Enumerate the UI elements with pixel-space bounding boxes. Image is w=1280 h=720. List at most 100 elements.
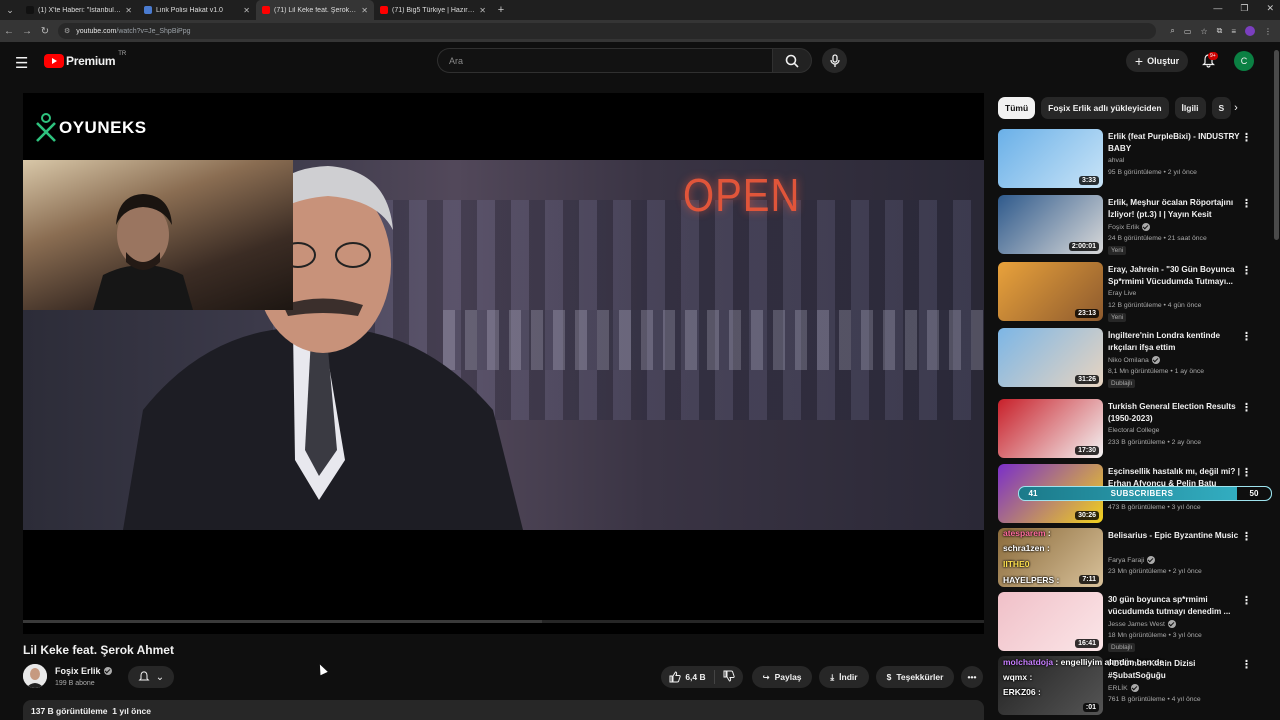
video-player[interactable]: OPEN OYUNEKS <box>23 93 984 634</box>
recommended-channel[interactable]: Jesse James West <box>1108 621 1165 628</box>
browser-tab[interactable]: Link Polisi Hakat v1.0 ✕ <box>138 0 256 20</box>
recommended-channel[interactable]: Eray Live <box>1108 290 1136 297</box>
more-actions-button[interactable]: ••• <box>961 666 983 688</box>
youtube-logo[interactable]: Premium TR <box>44 51 126 68</box>
more-horizontal-icon: ••• <box>967 672 977 682</box>
recommended-title[interactable]: Erlik (feat PurpleBixi) - INDUSTRY BABY <box>1108 131 1240 155</box>
more-vertical-icon[interactable]: ⋮ <box>1241 532 1252 543</box>
recommended-channel-row[interactable]: ahval <box>1108 157 1124 164</box>
more-vertical-icon[interactable]: ⋮ <box>1241 403 1252 414</box>
channel-name[interactable]: Foşix Erlik <box>55 666 101 676</box>
recommended-channel[interactable]: Niko Omilana <box>1108 357 1149 364</box>
recommended-title[interactable]: Eray, Jahrein - "30 Gün Boyunca Sp*rmimi… <box>1108 264 1240 288</box>
recommended-video[interactable]: 23:13 Eray, Jahrein - "30 Gün Boyunca Sp*… <box>998 262 1268 322</box>
recommended-channel-row[interactable]: Farya Faraji <box>1108 556 1156 564</box>
recommended-title[interactable]: 30 gün boyunca sp*rmimi vücudumda tutmay… <box>1108 594 1240 618</box>
progress-bar[interactable] <box>23 620 984 623</box>
voice-search-button[interactable] <box>822 48 847 73</box>
new-tab-button[interactable]: + <box>492 4 510 16</box>
browser-tab[interactable]: (1) X'te Haberi: "İstanbul'da bir...✕ <box>20 0 138 20</box>
minimize-icon[interactable]: — <box>1213 3 1222 14</box>
thanks-button[interactable]: $ Teşekkürler <box>876 666 954 688</box>
back-icon[interactable]: ← <box>0 26 18 37</box>
filter-chip[interactable]: Foşix Erlik adlı yükleyiciden <box>1041 97 1169 119</box>
extension-puzzle-icon[interactable]: ⧉ <box>1217 26 1223 36</box>
chat-username: molchatdoja <box>1003 657 1054 667</box>
chrome-menu-icon[interactable]: ⋮ <box>1264 27 1272 36</box>
reload-icon[interactable]: ↻ <box>36 26 54 37</box>
media-controls-icon[interactable]: ≡ <box>1231 27 1236 36</box>
search-input[interactable]: Ara <box>437 48 772 73</box>
recommended-channel[interactable]: ahval <box>1108 157 1124 164</box>
menu-icon[interactable]: ☰ <box>15 54 28 72</box>
address-bar[interactable]: ⚙ youtube.com/watch?v=Je_ShpBiPpg <box>58 23 1157 39</box>
close-window-icon[interactable]: ✕ <box>1266 3 1274 14</box>
tab-search-icon[interactable]: ⌄ <box>0 0 20 20</box>
zoom-icon[interactable]: ⌕ <box>1170 26 1174 36</box>
chat-username: HAYELPERS <box>1003 575 1055 585</box>
recommended-channel-row[interactable]: Eray Live <box>1108 290 1136 297</box>
recommended-channel-row[interactable]: Foşix Erlik <box>1108 223 1151 231</box>
recommended-video[interactable]: 2:00:01 Erlik, Meşhur öcalan Röportajını … <box>998 195 1268 255</box>
browser-tab[interactable]: (71) Lil Keke feat. Şerok Ah... ✕ <box>256 0 374 20</box>
video-thumbnail[interactable]: 2:00:01 <box>998 195 1103 254</box>
create-button[interactable]: + Oluştur <box>1126 50 1188 72</box>
more-vertical-icon[interactable]: ⋮ <box>1241 596 1252 607</box>
recommended-channel[interactable]: Farya Faraji <box>1108 557 1144 564</box>
account-avatar[interactable]: C <box>1234 51 1254 71</box>
video-thumbnail[interactable]: 23:13 <box>998 262 1103 321</box>
site-info-icon[interactable]: ⚙ <box>64 27 70 35</box>
video-thumbnail[interactable]: 3:33 <box>998 129 1103 188</box>
video-thumbnail[interactable]: 17:30 <box>998 399 1103 458</box>
recommended-video[interactable]: 17:30 Turkish General Election Results (1… <box>998 399 1268 459</box>
recommended-title[interactable]: İngiltere'nin Londra kentinde ırkçıları … <box>1108 330 1240 354</box>
more-vertical-icon[interactable]: ⋮ <box>1241 332 1252 343</box>
tab-close-icon[interactable]: ✕ <box>243 6 250 15</box>
recommended-title[interactable]: Turkish General Election Results (1950-2… <box>1108 401 1240 425</box>
page-scrollbar[interactable] <box>1273 42 1280 720</box>
recommended-title[interactable]: Erlik, Meşhur öcalan Röportajını İzliyor… <box>1108 197 1240 221</box>
tab-close-icon[interactable]: ✕ <box>361 6 368 15</box>
more-vertical-icon[interactable]: ⋮ <box>1241 199 1252 210</box>
maximize-icon[interactable]: ❐ <box>1240 3 1248 14</box>
recommended-channel[interactable]: Electoral College <box>1108 427 1159 434</box>
video-thumbnail[interactable]: 31:26 <box>998 328 1103 387</box>
channel-name-row[interactable]: Foşix Erlik <box>55 666 112 676</box>
recommended-channel-row[interactable]: Niko Omilana <box>1108 356 1160 364</box>
profile-icon[interactable] <box>1245 26 1255 36</box>
bookmark-star-icon[interactable]: ☆ <box>1200 27 1207 36</box>
scrollbar-thumb[interactable] <box>1274 50 1279 240</box>
browser-tab[interactable]: (71) Big5 Türkiye | Hazırlık Sez... ✕ <box>374 0 492 20</box>
like-button[interactable]: 6,4 B <box>669 671 706 683</box>
video-thumbnail[interactable]: 16:41 <box>998 592 1103 651</box>
chat-username: atesparem <box>1003 528 1046 538</box>
chevron-right-icon[interactable]: › <box>1226 97 1246 119</box>
recommended-channel[interactable]: ERLİK <box>1108 685 1128 692</box>
channel-avatar[interactable] <box>23 664 47 688</box>
more-vertical-icon[interactable]: ⋮ <box>1241 468 1252 479</box>
recommended-video[interactable]: 16:41 30 gün boyunca sp*rmimi vücudumda t… <box>998 592 1268 652</box>
filter-chip[interactable]: Tümü <box>998 97 1036 119</box>
share-button[interactable]: ↪ Paylaş <box>752 666 812 688</box>
cast-icon[interactable]: ▭ <box>1184 27 1192 36</box>
recommended-channel-row[interactable]: Electoral College <box>1108 427 1159 434</box>
recommended-channel-row[interactable]: ERLİK <box>1108 684 1139 692</box>
recommended-channel[interactable]: Foşix Erlik <box>1108 224 1139 231</box>
recommended-channel-row[interactable]: Jesse James West <box>1108 620 1176 628</box>
recommended-title[interactable]: Belisarius - Epic Byzantine Music <box>1108 530 1240 542</box>
tab-close-icon[interactable]: ✕ <box>125 6 132 15</box>
recommended-video[interactable]: 31:26 İngiltere'nin Londra kentinde ırkçı… <box>998 328 1268 388</box>
more-vertical-icon[interactable]: ⋮ <box>1241 266 1252 277</box>
subscribed-button[interactable]: ⌄ <box>128 666 174 688</box>
forward-icon[interactable]: → <box>18 26 36 37</box>
download-button[interactable]: ⤓ İndir <box>819 666 869 688</box>
description-box[interactable]: 137 B görüntüleme 1 yıl önce <box>23 700 984 720</box>
recommended-video[interactable]: 3:33 Erlik (feat PurpleBixi) - INDUSTRY B… <box>998 129 1268 189</box>
tab-close-icon[interactable]: ✕ <box>479 6 486 15</box>
dislike-button[interactable] <box>723 670 735 684</box>
more-vertical-icon[interactable]: ⋮ <box>1241 660 1252 671</box>
notifications-button[interactable]: 9+ <box>1198 51 1218 71</box>
search-button[interactable] <box>772 48 812 73</box>
more-vertical-icon[interactable]: ⋮ <box>1241 133 1252 144</box>
filter-chip[interactable]: İlgili <box>1174 97 1206 119</box>
